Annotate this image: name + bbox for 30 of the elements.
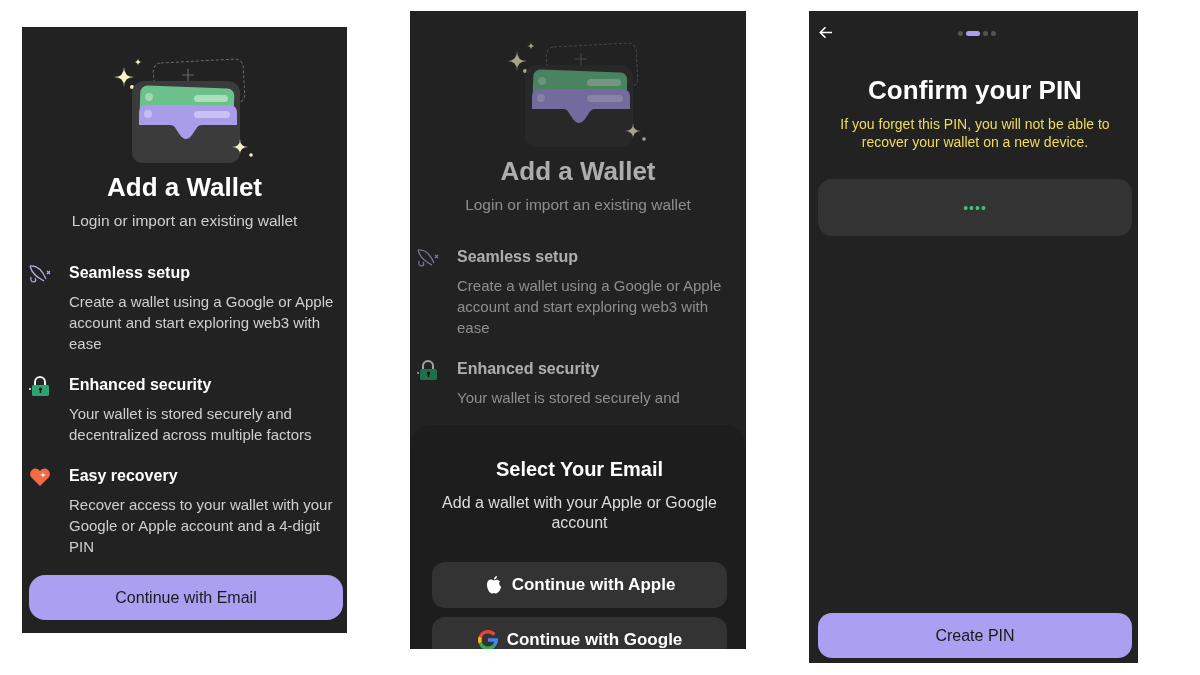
feature-description: Create a wallet using a Google or Apple account and start exploring web3 with ease — [457, 276, 723, 338]
feature-title: Seamless setup — [457, 247, 579, 267]
sheet-subtitle: Add a wallet with your Apple or Google account — [441, 493, 718, 533]
pin-field[interactable]: •••• — [818, 179, 1132, 236]
screen-subtitle: Login or import an existing wallet — [465, 195, 691, 215]
padlock-icon — [416, 359, 440, 381]
feature-description: Your wallet is stored securely and decentralized across multiple factors — [69, 404, 313, 445]
feature-description: Your wallet is stored securely and — [457, 388, 681, 408]
screen-title: Add a Wallet — [500, 155, 656, 187]
screen-title: Confirm your PIN — [868, 74, 1082, 106]
feature-description: Recover access to your wallet with your Google or Apple account and a 4-digit PIN — [69, 495, 334, 557]
google-icon — [476, 629, 499, 649]
sheet-title: Select Your Email — [495, 457, 664, 481]
create-pin-button[interactable]: Create PIN — [818, 613, 1132, 658]
feature-title: Enhanced security — [457, 359, 601, 379]
feature-title: Seamless setup — [69, 263, 191, 283]
warning-text: If you forget this PIN, you will not be able to recover your wallet on a new device. — [839, 115, 1111, 151]
feature-description: Create a wallet using a Google or Apple account and start exploring web3 with ease — [69, 292, 335, 354]
feature-title: Easy recovery — [69, 466, 179, 486]
curve-icon — [416, 247, 440, 269]
screen-title: Add a Wallet — [106, 171, 263, 203]
apple-sign-in-button[interactable]: Continue with Apple — [432, 562, 727, 608]
heart-icon — [28, 466, 52, 488]
feature-title: Enhanced security — [69, 375, 213, 395]
back-icon[interactable] — [819, 26, 833, 39]
google-sign-in-button[interactable]: Continue with Google — [432, 617, 727, 649]
curve-icon — [28, 263, 52, 285]
continue-button[interactable]: Continue with Email — [29, 575, 343, 620]
screen-subtitle: Login or import an existing wallet — [71, 211, 298, 231]
padlock-icon — [28, 375, 52, 397]
